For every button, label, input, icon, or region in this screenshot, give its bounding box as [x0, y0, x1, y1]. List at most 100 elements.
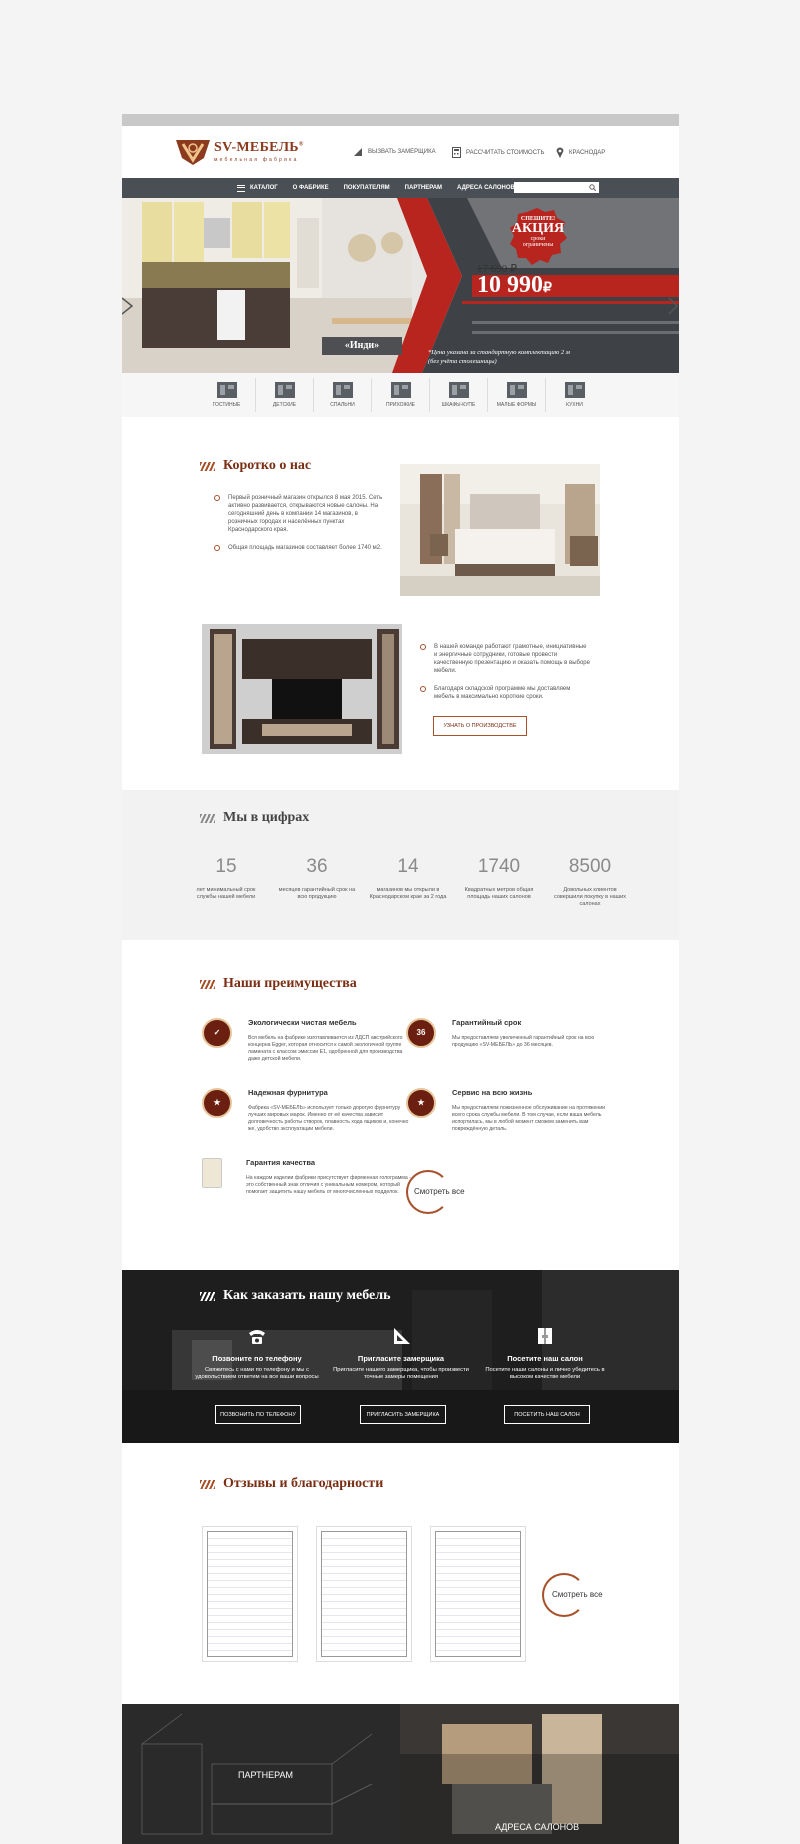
nav-item-catalog[interactable]: КАТАЛОГ	[237, 184, 278, 192]
review-letter[interactable]	[202, 1526, 298, 1662]
reviews-title-text: Отзывы и благодарности	[223, 1476, 384, 1491]
about-title-text: Коротко о нас	[223, 458, 312, 473]
category-label: СПАЛЬНИ	[330, 402, 355, 408]
about-bullet: В нашей команде работают грамотные, иниц…	[420, 643, 590, 675]
category-bedrooms[interactable]: СПАЛЬНИ	[314, 378, 372, 412]
about-bullets-2: В нашей команде работают грамотные, иниц…	[420, 643, 590, 701]
order-title: Как заказать нашу мебель	[200, 1288, 390, 1304]
warranty-badge: 36	[416, 1028, 426, 1037]
salons-tile[interactable]: АДРЕСА САЛОНОВ	[400, 1704, 679, 1844]
order-step-title: Посетите наш салон	[507, 1354, 583, 1363]
logo-tagline: мебельная фабрика	[214, 156, 299, 163]
promo-badge: СПЕШИТЕ! АКЦИЯ сроки ограничены	[508, 216, 568, 248]
category-wardrobes[interactable]: ШКАФЫ-КУПЕ	[430, 378, 488, 412]
review-letter-image	[435, 1531, 521, 1657]
search-icon[interactable]	[589, 184, 596, 191]
phone-icon	[249, 1330, 265, 1344]
partners-tile[interactable]: ПАРТНЕРАМ	[122, 1704, 400, 1844]
order-section: Как заказать нашу мебель Позвоните по те…	[122, 1270, 679, 1443]
new-price-value: 10 990	[477, 272, 543, 298]
top-strip	[122, 114, 679, 126]
logo-name: SV-МЕБЕЛЬ	[214, 139, 299, 155]
living-room-photo	[202, 624, 402, 754]
title-stripes	[200, 1479, 215, 1489]
nav-item-partners[interactable]: ПАРТНЕРАМ	[405, 185, 442, 191]
review-letter[interactable]	[430, 1526, 526, 1662]
call-button[interactable]: ПОЗВОНИТЬ ПО ТЕЛЕФОНУ	[215, 1405, 301, 1424]
header-link-calculate[interactable]: РАССЧИТАТЬ СТОИМОСТЬ	[452, 147, 544, 158]
stat-label: Довольных клиентов совершили покупку в н…	[554, 887, 626, 907]
about-bullet-text: В нашей команде работают грамотные, иниц…	[434, 644, 590, 674]
stat-label: Квадратных метров общая площадь наших са…	[464, 887, 534, 900]
category-kitchens[interactable]: КУХНИ	[546, 378, 603, 412]
site-container: SV-МЕБЕЛЬ® мебельная фабрика ВЫЗВАТЬ ЗАМ…	[122, 114, 679, 1844]
header-link-measurer[interactable]: ВЫЗВАТЬ ЗАМЕРЩИКА	[353, 147, 436, 157]
order-step-salon: Посетите наш салон Посетите наши салоны …	[475, 1327, 615, 1381]
header-link-label: ВЫЗВАТЬ ЗАМЕРЩИКА	[368, 149, 436, 155]
stat-item: 1740 Квадратных метров общая площадь наши…	[459, 856, 539, 901]
advantage-hardware: ★ Надежная фурнитура Фабрика «SV-МЕБЕЛЬ» …	[202, 1088, 412, 1133]
about-bullet: Первый розничный магазин открылся 8 мая …	[214, 494, 384, 534]
stat-value: 1740	[477, 856, 521, 877]
menu-icon	[237, 184, 245, 192]
order-step-text: Посетите наши салоны и лично убедитесь в…	[485, 1367, 605, 1380]
promo-badge-bottom: сроки ограничены	[522, 236, 554, 248]
advantages-title: Наши преимущества	[200, 976, 357, 992]
category-hallways[interactable]: ПРИХОЖИЕ	[372, 378, 430, 412]
set-square-icon	[394, 1328, 410, 1344]
advantage-title: Сервис на всю жизнь	[452, 1088, 533, 1097]
advantage-service: ★ Сервис на всю жизнь Мы предоставляем по…	[406, 1088, 616, 1133]
stat-label: магазинов мы открыли в Краснодарском кра…	[369, 887, 447, 900]
see-all-label: Смотреть все	[414, 1187, 465, 1196]
nav-item-about-factory[interactable]: О ФАБРИКЕ	[293, 185, 329, 191]
category-label: ПРИХОЖИЕ	[385, 402, 416, 408]
category-kids[interactable]: ДЕТСКИЕ	[256, 378, 314, 412]
bedroom-photo	[400, 464, 600, 596]
warranty-36-icon: 36	[406, 1018, 436, 1048]
category-small-forms[interactable]: МАЛЫЕ ФОРМЫ	[488, 378, 546, 412]
hero-banner: СПЕШИТЕ! АКЦИЯ сроки ограничены 17 690 ₽…	[122, 198, 679, 373]
stat-item: 36 месяцев гарантийный срок на всю продук…	[277, 856, 357, 901]
advantage-text: На каждом изделии фабрики присутствует ф…	[246, 1175, 411, 1195]
order-step-measurer: Пригласите замерщика Пригласите нашего з…	[331, 1327, 471, 1381]
visit-salon-button[interactable]: ПОСЕТИТЬ НАШ САЛОН	[504, 1405, 590, 1424]
order-step-text: Свяжитесь с нами по телефону и мы с удов…	[195, 1367, 319, 1380]
review-letter-image	[207, 1531, 293, 1657]
stat-value: 36	[306, 856, 328, 877]
advantage-text: Вся мебель на фабрике изготавливается из…	[248, 1035, 403, 1062]
category-living-rooms[interactable]: ГОСТИНЫЕ	[198, 378, 256, 412]
category-bar: ГОСТИНЫЕ ДЕТСКИЕ СПАЛЬНИ ПРИХОЖИЕ ШКАФЫ-…	[122, 373, 679, 417]
stat-value: 8500	[568, 856, 612, 877]
calculator-icon	[452, 147, 461, 158]
advantages-title-text: Наши преимущества	[223, 976, 357, 991]
reviews-see-all-button[interactable]: Смотреть все	[542, 1573, 603, 1617]
nav-label: ПОКУПАТЕЛЯМ	[343, 185, 390, 191]
about-production-button[interactable]: УЗНАТЬ О ПРОИЗВОДСТВЕ	[433, 716, 527, 736]
advantage-title: Надежная фурнитура	[248, 1088, 328, 1097]
invite-measurer-button[interactable]: ПРИГЛАСИТЬ ЗАМЕРЩИКА	[360, 1405, 446, 1424]
header-link-city[interactable]: КРАСНОДАР	[556, 147, 605, 158]
stat-label: месяцев гарантийный срок на всю продукци…	[278, 887, 356, 900]
partners-tile-label: ПАРТНЕРАМ	[238, 1770, 293, 1780]
advantage-text: Мы предоставляем пожизненное обслуживани…	[452, 1105, 606, 1132]
logo[interactable]: SV-МЕБЕЛЬ® мебельная фабрика	[174, 136, 304, 166]
nav-item-customers[interactable]: ПОКУПАТЕЛЯМ	[344, 185, 390, 191]
advantage-title: Гарантийный срок	[452, 1018, 522, 1027]
order-title-text: Как заказать нашу мебель	[223, 1288, 391, 1303]
hallway-icon	[390, 382, 411, 398]
currency: ₽	[543, 281, 552, 296]
nav-label: ПАРТНЕРАМ	[404, 185, 443, 191]
logo-shield-icon	[174, 136, 212, 166]
hardware-seal-icon: ★	[202, 1088, 232, 1118]
location-pin-icon	[556, 147, 564, 158]
stats-section: Мы в цифрах 15 лет минимальный срок служб…	[122, 790, 679, 940]
nav-item-salons[interactable]: АДРЕСА САЛОНОВ	[457, 185, 515, 191]
eco-seal-icon: ✓	[202, 1018, 232, 1048]
kids-room-icon	[274, 382, 295, 398]
salons-tile-label: АДРЕСА САЛОНОВ	[495, 1822, 580, 1832]
ruler-icon	[354, 148, 362, 156]
review-letter[interactable]	[316, 1526, 412, 1662]
advantages-see-all-button[interactable]: Смотреть все	[406, 1170, 465, 1214]
search-input[interactable]	[514, 182, 599, 193]
category-label: КУХНИ	[566, 402, 583, 408]
